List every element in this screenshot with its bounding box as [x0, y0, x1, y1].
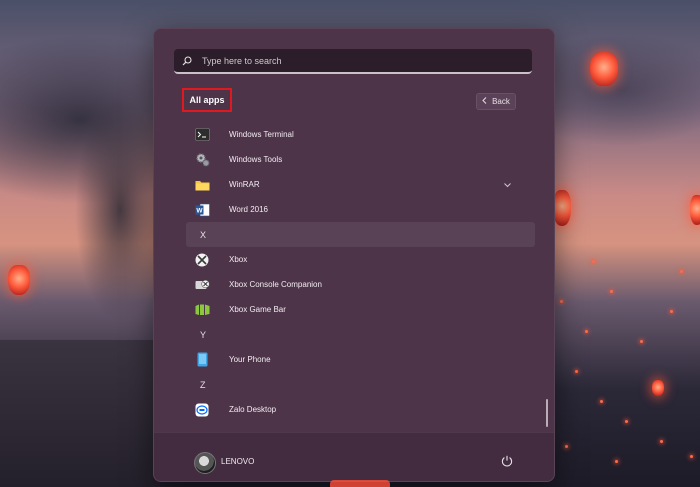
taskbar-edge	[330, 480, 390, 487]
app-word-2016[interactable]: W Word 2016	[186, 197, 521, 222]
search-icon	[182, 55, 200, 66]
xbox-icon	[194, 252, 210, 268]
lantern	[652, 380, 664, 396]
lantern-spark	[565, 445, 568, 448]
start-footer: LENOVO	[154, 432, 554, 481]
all-apps-list: Windows Terminal Windows Tools WinRAR W …	[186, 122, 535, 422]
app-windows-tools[interactable]: Windows Tools	[186, 147, 521, 172]
app-windows-terminal[interactable]: Windows Terminal	[186, 122, 521, 147]
app-winrar[interactable]: WinRAR	[186, 172, 521, 197]
app-xbox[interactable]: Xbox	[186, 247, 521, 272]
lantern-spark	[560, 300, 563, 303]
zalo-icon	[194, 402, 210, 418]
xbox-companion-icon	[194, 277, 210, 293]
lantern	[553, 190, 571, 226]
letter-header-x[interactable]: X	[186, 222, 535, 247]
lantern-spark	[640, 340, 643, 343]
search-input[interactable]	[200, 55, 502, 66]
app-label: Your Phone	[229, 355, 271, 364]
lantern-spark	[615, 460, 618, 463]
lantern-spark	[680, 270, 683, 273]
lantern-spark	[592, 260, 595, 263]
lantern	[8, 265, 30, 295]
terminal-icon	[194, 127, 210, 143]
app-label: Zalo Desktop	[229, 405, 277, 414]
chevron-down-icon[interactable]	[504, 180, 511, 190]
app-label: Windows Terminal	[229, 130, 294, 139]
app-label: Xbox Console Companion	[229, 280, 322, 289]
letter-label: Y	[200, 329, 207, 340]
app-label: Xbox	[229, 255, 248, 264]
app-label: WinRAR	[229, 180, 260, 189]
lantern-spark	[585, 330, 588, 333]
start-menu: All apps Back Windows Terminal Windows T…	[153, 28, 555, 482]
letter-label: X	[200, 229, 207, 240]
svg-text:W: W	[196, 207, 203, 214]
scrollbar-thumb[interactable]	[546, 399, 548, 427]
power-icon[interactable]	[499, 453, 515, 469]
letter-header-y[interactable]: Y	[186, 322, 535, 347]
lantern	[690, 195, 700, 225]
letter-label: Z	[200, 379, 206, 390]
lantern-spark	[575, 370, 578, 373]
lantern-spark	[600, 400, 603, 403]
lantern-spark	[660, 440, 663, 443]
app-zalo-desktop[interactable]: Zalo Desktop	[186, 397, 521, 422]
app-label: Xbox Game Bar	[229, 305, 286, 314]
app-xbox-console-companion[interactable]: Xbox Console Companion	[186, 272, 521, 297]
app-label: Windows Tools	[229, 155, 283, 164]
avatar[interactable]	[194, 452, 216, 474]
lantern	[590, 52, 618, 86]
gear-tools-icon	[194, 152, 210, 168]
back-button[interactable]: Back	[476, 93, 516, 110]
app-xbox-game-bar[interactable]: Xbox Game Bar	[186, 297, 521, 322]
all-apps-title: All apps	[182, 88, 232, 112]
phone-icon	[194, 352, 210, 368]
lantern-spark	[690, 455, 693, 458]
lantern-spark	[610, 290, 613, 293]
folder-icon	[194, 177, 210, 193]
letter-header-z[interactable]: Z	[186, 372, 535, 397]
game-bar-icon	[194, 302, 210, 318]
search-box[interactable]	[174, 49, 532, 74]
back-button-label: Back	[492, 97, 510, 106]
chevron-left-icon	[482, 97, 487, 106]
word-icon: W	[194, 202, 210, 218]
app-your-phone[interactable]: Your Phone	[186, 347, 521, 372]
lantern-spark	[625, 420, 628, 423]
app-label: Word 2016	[229, 205, 268, 214]
user-name[interactable]: LENOVO	[221, 457, 254, 466]
wallpaper-railing	[0, 340, 160, 487]
lantern-spark	[670, 310, 673, 313]
